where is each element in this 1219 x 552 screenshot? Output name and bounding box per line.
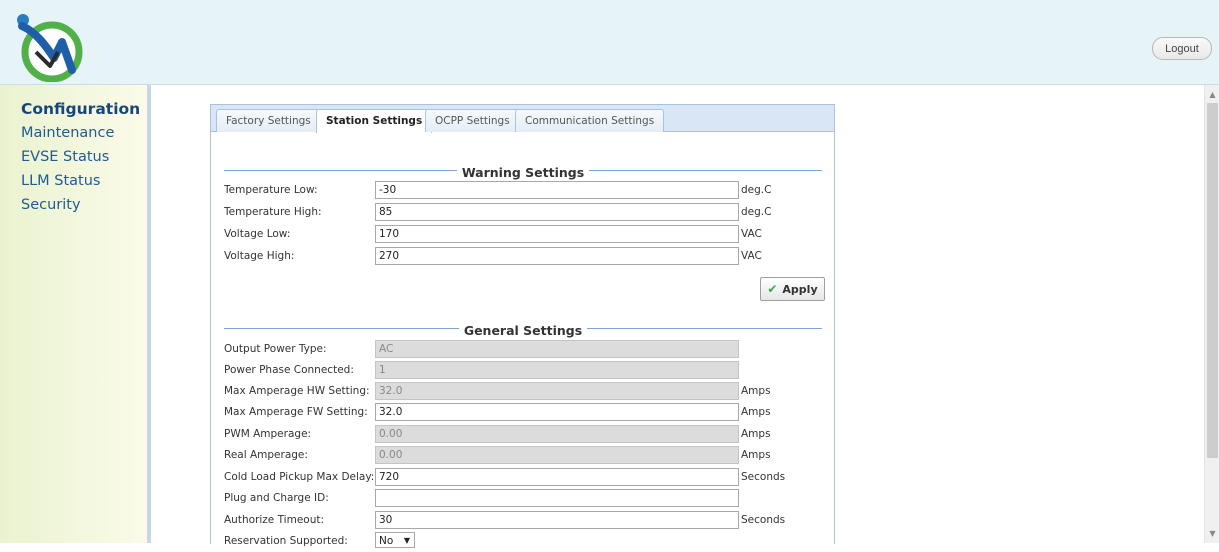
max-amperage-fw-input[interactable] (375, 403, 739, 421)
cold-load-pickup-input[interactable] (375, 468, 739, 486)
output-power-type-field (375, 340, 739, 358)
row-cold-load-pickup: Cold Load Pickup Max Delay: Seconds (224, 468, 824, 488)
logout-button[interactable]: Logout (1152, 37, 1212, 60)
temperature-low-input[interactable] (375, 181, 739, 199)
sidebar-item-evse-status[interactable]: EVSE Status (21, 145, 147, 169)
general-settings-header: General Settings (224, 320, 822, 338)
row-plug-and-charge-id: Plug and Charge ID: (224, 489, 824, 509)
row-pwm-amperage: PWM Amperage: Amps (224, 425, 824, 445)
settings-panel: Factory Settings Station Settings OCPP S… (210, 104, 835, 548)
temperature-high-input[interactable] (375, 203, 739, 221)
unit-temperature-high: deg.C (741, 206, 772, 218)
row-voltage-low: Voltage Low: VAC (224, 225, 824, 245)
apply-label: Apply (782, 282, 818, 296)
row-output-power-type: Output Power Type: (224, 340, 824, 360)
row-temperature-high: Temperature High: deg.C (224, 203, 824, 223)
reservation-supported-value: No (379, 535, 394, 547)
sidebar-item-maintenance[interactable]: Maintenance (21, 121, 147, 145)
label-plug-and-charge-id: Plug and Charge ID: (224, 492, 329, 504)
row-real-amperage: Real Amperage: Amps (224, 446, 824, 466)
dropdown-caret-icon: ▼ (403, 536, 410, 545)
power-phase-connected-field (375, 361, 739, 379)
row-max-amperage-hw: Max Amperage HW Setting: Amps (224, 382, 824, 402)
unit-max-amperage-fw: Amps (741, 406, 771, 418)
row-power-phase-connected: Power Phase Connected: (224, 361, 824, 381)
sidebar-item-security[interactable]: Security (21, 193, 147, 217)
label-temperature-high: Temperature High: (224, 206, 322, 218)
max-amperage-hw-field (375, 382, 739, 400)
checkmark-icon: ✔ (767, 282, 778, 296)
plug-and-charge-id-input[interactable] (375, 489, 739, 507)
warning-settings-header: Warning Settings (224, 162, 822, 180)
unit-voltage-low: VAC (741, 228, 762, 240)
sidebar-item-configuration[interactable]: Configuration (21, 97, 147, 121)
label-pwm-amperage: PWM Amperage: (224, 428, 312, 440)
tab-communication-settings[interactable]: Communication Settings (515, 109, 665, 132)
unit-pwm-amperage: Amps (741, 428, 771, 440)
row-authorize-timeout: Authorize Timeout: Seconds (224, 511, 824, 531)
page-scrollbar[interactable]: ▲ ▼ (1204, 85, 1219, 543)
label-authorize-timeout: Authorize Timeout: (224, 514, 325, 526)
label-cold-load-pickup: Cold Load Pickup Max Delay: (224, 471, 375, 483)
unit-temperature-low: deg.C (741, 184, 772, 196)
tab-bar: Factory Settings Station Settings OCPP S… (211, 105, 834, 133)
scrollbar-thumb[interactable] (1207, 103, 1218, 458)
label-voltage-low: Voltage Low: (224, 228, 291, 240)
unit-voltage-high: VAC (741, 250, 762, 262)
tab-station-settings[interactable]: Station Settings (316, 109, 433, 133)
authorize-timeout-input[interactable] (375, 511, 739, 529)
label-output-power-type: Output Power Type: (224, 343, 327, 355)
unit-authorize-timeout: Seconds (741, 514, 786, 526)
label-power-phase-connected: Power Phase Connected: (224, 364, 354, 376)
label-reservation-supported: Reservation Supported: (224, 535, 348, 547)
unit-real-amperage: Amps (741, 449, 771, 461)
row-voltage-high: Voltage High: VAC (224, 247, 824, 267)
real-amperage-field (375, 446, 739, 464)
label-real-amperage: Real Amperage: (224, 449, 308, 461)
unit-max-amperage-hw: Amps (741, 385, 771, 397)
label-max-amperage-hw: Max Amperage HW Setting: (224, 385, 370, 397)
voltage-low-input[interactable] (375, 225, 739, 243)
sidebar-item-llm-status[interactable]: LLM Status (21, 169, 147, 193)
voltage-high-input[interactable] (375, 247, 739, 265)
label-voltage-high: Voltage High: (224, 250, 295, 262)
label-max-amperage-fw: Max Amperage FW Setting: (224, 406, 368, 418)
row-temperature-low: Temperature Low: deg.C (224, 181, 824, 201)
scroll-down-arrow-icon[interactable]: ▼ (1205, 526, 1219, 541)
company-logo (17, 14, 83, 82)
row-reservation-supported: Reservation Supported: No ▼ (224, 532, 824, 552)
header-bar: Logout (0, 0, 1219, 85)
reservation-supported-select[interactable]: No ▼ (375, 532, 415, 548)
row-max-amperage-fw: Max Amperage FW Setting: Amps (224, 403, 824, 423)
unit-cold-load-pickup: Seconds (741, 471, 786, 483)
apply-button[interactable]: ✔ Apply (760, 277, 825, 301)
general-settings-title: General Settings (458, 323, 588, 338)
pwm-amperage-field (375, 425, 739, 443)
label-temperature-low: Temperature Low: (224, 184, 318, 196)
tab-factory-settings[interactable]: Factory Settings (216, 109, 321, 132)
warning-settings-title: Warning Settings (456, 165, 590, 180)
sidebar-nav: Configuration Maintenance EVSE Status LL… (0, 85, 151, 543)
scroll-up-arrow-icon[interactable]: ▲ (1205, 87, 1219, 102)
tab-ocpp-settings[interactable]: OCPP Settings (425, 109, 520, 132)
